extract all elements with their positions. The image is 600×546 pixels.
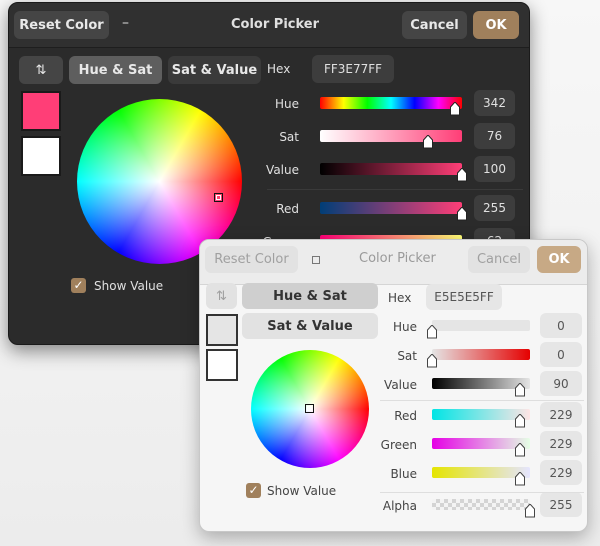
slider-handle-hue[interactable]	[427, 325, 437, 339]
ok-button[interactable]: OK	[473, 11, 519, 39]
value-field-red[interactable]: 229	[540, 402, 582, 427]
ok-button[interactable]: OK	[537, 246, 581, 273]
slider-handle-blue[interactable]	[515, 472, 526, 486]
current-color-swatch	[206, 314, 238, 346]
tab-hue-sat[interactable]: Hue & Sat	[242, 283, 378, 309]
value-field-green[interactable]: 229	[540, 431, 582, 456]
value-field-sat[interactable]: 0	[540, 342, 582, 367]
slider-handle-red[interactable]	[515, 414, 526, 428]
previous-color-swatch[interactable]	[21, 136, 61, 176]
cancel-button[interactable]: Cancel	[468, 246, 530, 273]
hex-label: Hex	[388, 291, 412, 305]
row-label-blue: Blue	[390, 467, 417, 481]
row-divider	[267, 189, 523, 190]
swap-colors-icon[interactable]: ⇅	[19, 56, 63, 84]
window-title: Color Picker	[231, 17, 320, 32]
minimize-icon[interactable]: –	[122, 15, 129, 31]
slider-sat[interactable]	[320, 130, 462, 142]
value-field-sat[interactable]: 76	[474, 123, 515, 149]
value-field-value[interactable]: 90	[540, 371, 582, 396]
slider-handle-alpha[interactable]	[525, 504, 535, 518]
slider-sat[interactable]	[432, 349, 530, 360]
slider-red[interactable]	[320, 202, 462, 214]
slider-hue[interactable]	[320, 97, 462, 109]
wheel-marker[interactable]	[305, 404, 314, 413]
tab-hue-sat[interactable]: Hue & Sat	[69, 56, 162, 84]
value-field-red[interactable]: 255	[474, 195, 515, 221]
value-field-blue[interactable]: 229	[540, 460, 582, 485]
current-color-swatch	[21, 91, 61, 131]
slider-handle-green[interactable]	[515, 443, 526, 457]
slider-handle-hue[interactable]	[449, 102, 460, 116]
row-label-value: Value	[266, 163, 299, 177]
color-picker-light-window: Reset Color Color Picker Cancel OK ⇅ Hue…	[199, 239, 588, 532]
show-value-checkbox[interactable]: ✓	[246, 483, 261, 498]
wheel-marker[interactable]	[214, 193, 223, 202]
slider-value[interactable]	[320, 163, 462, 175]
maximize-icon[interactable]	[312, 256, 320, 264]
header-bar: Reset Color – Color Picker Cancel OK	[9, 3, 529, 48]
swap-colors-icon[interactable]: ⇅	[206, 283, 237, 309]
row-divider	[380, 400, 584, 401]
show-value-label: Show Value	[94, 279, 164, 293]
row-label-hue: Hue	[274, 97, 299, 111]
slider-handle-sat[interactable]	[422, 135, 433, 149]
value-field-alpha[interactable]: 255	[540, 492, 582, 517]
header-bar: Reset Color Color Picker Cancel OK	[200, 240, 587, 285]
show-value-label: Show Value	[267, 484, 337, 498]
hex-label: Hex	[267, 62, 291, 76]
row-label-hue: Hue	[392, 320, 417, 334]
row-label-red: Red	[276, 202, 299, 216]
cancel-button[interactable]: Cancel	[402, 11, 467, 39]
tab-sat-value[interactable]: Sat & Value	[242, 313, 378, 339]
value-field-hue[interactable]: 0	[540, 313, 582, 338]
row-label-sat: Sat	[397, 349, 417, 363]
tab-sat-value[interactable]: Sat & Value	[168, 56, 261, 84]
reset-color-button[interactable]: Reset Color	[205, 246, 298, 273]
hex-input[interactable]: E5E5E5FF	[426, 284, 502, 310]
slider-handle-sat[interactable]	[427, 354, 437, 368]
show-value-checkbox[interactable]: ✓	[71, 278, 86, 293]
row-label-red: Red	[394, 409, 417, 423]
slider-handle-red[interactable]	[457, 207, 467, 221]
row-label-alpha: Alpha	[382, 499, 417, 513]
hex-input[interactable]: FF3E77FF	[312, 55, 394, 83]
window-title: Color Picker	[359, 251, 436, 266]
row-divider	[380, 492, 584, 493]
row-label-green: Green	[380, 438, 417, 452]
slider-handle-value[interactable]	[515, 383, 526, 397]
previous-color-swatch[interactable]	[206, 349, 238, 381]
slider-hue[interactable]	[432, 320, 530, 331]
row-label-sat: Sat	[279, 130, 299, 144]
value-field-value[interactable]: 100	[474, 156, 515, 182]
value-field-hue[interactable]: 342	[474, 90, 515, 116]
slider-handle-value[interactable]	[457, 168, 467, 182]
slider-alpha[interactable]	[432, 499, 530, 510]
reset-color-button[interactable]: Reset Color	[14, 11, 109, 39]
row-label-value: Value	[384, 378, 417, 392]
